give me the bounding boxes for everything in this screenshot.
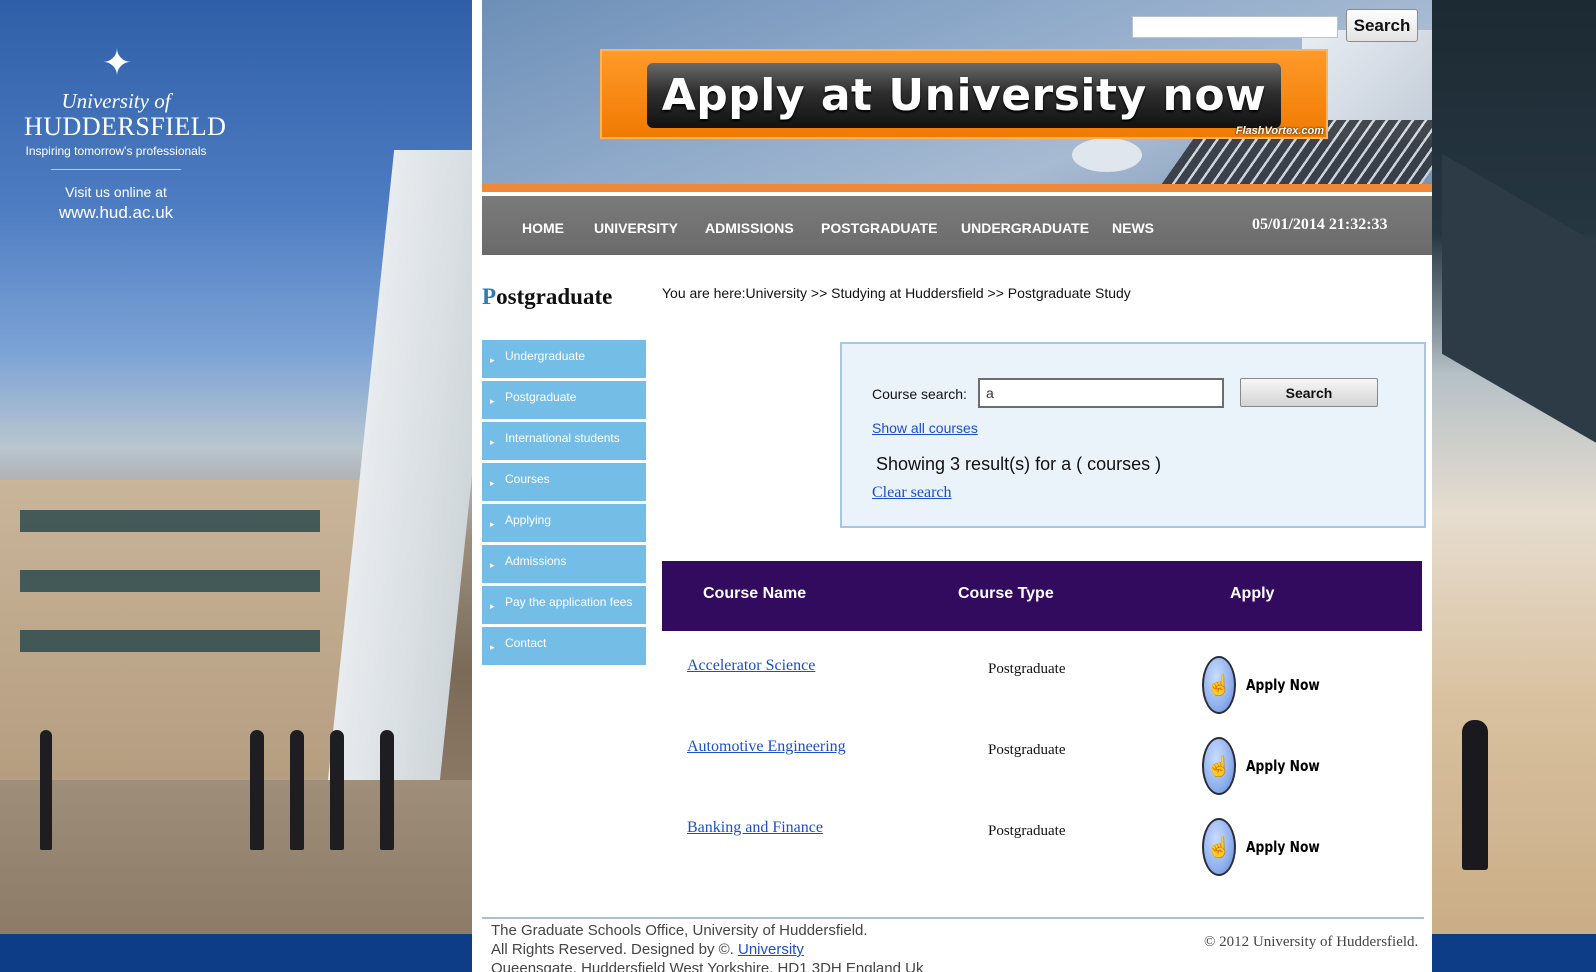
footer-divider: [482, 917, 1424, 919]
nav-undergraduate[interactable]: UNDERGRADUATE: [961, 220, 1089, 236]
logo-huddersfield-line: HUDDERSFIELD: [24, 112, 227, 141]
logo-divider: [51, 169, 181, 170]
main-content: Search Apply at University now FlashVort…: [472, 0, 1432, 972]
course-search-button[interactable]: Search: [1240, 378, 1378, 407]
apply-now-label: Apply Now: [1246, 676, 1320, 694]
course-name-link[interactable]: Accelerator Science: [687, 657, 815, 675]
arrow-right-icon: ▸: [490, 396, 495, 406]
sidebar-item-pay-fees[interactable]: ▸ Pay the application fees: [482, 586, 646, 627]
nav-news[interactable]: NEWS: [1112, 220, 1154, 236]
nav-home[interactable]: HOME: [522, 220, 564, 236]
arrow-right-icon: ▸: [490, 601, 495, 611]
nav-admissions[interactable]: ADMISSIONS: [705, 220, 794, 236]
course-search-label: Course search:: [872, 386, 967, 402]
date-time-display: 05/01/2014 21:32:33: [1252, 216, 1388, 233]
campus-photo-right: [1432, 0, 1596, 934]
course-results-table: Course Name Course Type Apply Accelerato…: [662, 561, 1422, 877]
section-title-rest: ostgraduate: [496, 284, 613, 309]
sidebar-item-label: Contact: [505, 636, 547, 650]
column-header-course-type: Course Type: [958, 585, 1054, 602]
course-name-link[interactable]: Banking and Finance: [687, 819, 823, 837]
mouse-graphic: [1072, 138, 1142, 172]
course-type: Postgraduate: [988, 742, 1066, 758]
course-type: Postgraduate: [988, 661, 1066, 677]
column-header-apply: Apply: [1230, 585, 1275, 602]
show-all-courses-link[interactable]: Show all courses: [872, 420, 978, 436]
apply-now-label: Apply Now: [1246, 838, 1320, 856]
sidebar-item-postgraduate[interactable]: ▸ Postgraduate: [482, 381, 646, 422]
arrow-right-icon: ▸: [490, 642, 495, 652]
sidebar-item-label: International students: [505, 431, 620, 445]
course-search-input[interactable]: [978, 378, 1224, 408]
breadcrumb: You are here:University >> Studying at H…: [662, 285, 1131, 301]
apply-now-button[interactable]: ☝ Apply Now: [1202, 655, 1336, 715]
sidebar-item-admissions[interactable]: ▸ Admissions: [482, 545, 646, 586]
course-type: Postgraduate: [988, 823, 1066, 839]
section-title: Postgraduate: [482, 284, 612, 310]
pointing-hand-icon: ☝: [1202, 818, 1236, 876]
apply-now-button[interactable]: ☝ Apply Now: [1202, 817, 1336, 877]
sidebar-item-label: Postgraduate: [505, 390, 577, 404]
sidebar-item-label: Applying: [505, 513, 552, 527]
sidebar-item-applying[interactable]: ▸ Applying: [482, 504, 646, 545]
column-header-course-name: Course Name: [703, 585, 807, 602]
course-search-panel: Course search: Search Show all courses S…: [840, 342, 1426, 528]
course-name-link[interactable]: Automotive Engineering: [687, 738, 846, 756]
sidebar-item-label: Pay the application fees: [505, 595, 633, 609]
footer-info: The Graduate Schools Office, University …: [491, 921, 923, 972]
footer-office: The Graduate Schools Office, University …: [491, 922, 868, 939]
nav-university[interactable]: UNIVERSITY: [594, 220, 678, 236]
table-header: Course Name Course Type Apply: [662, 561, 1422, 631]
section-title-initial: P: [482, 284, 497, 309]
campus-photo-left: ✦ University of HUDDERSFIELD Inspiring t…: [0, 0, 472, 934]
sidebar-item-undergraduate[interactable]: ▸ Undergraduate: [482, 340, 646, 381]
header-divider: [482, 184, 1432, 192]
main-nav: HOME UNIVERSITY ADMISSIONS POSTGRADUATE …: [482, 196, 1432, 255]
footer-rights: All Rights Reserved. Designed by ©. Univ…: [491, 940, 923, 959]
campus-tower: [325, 150, 472, 800]
table-row: Banking and Finance Postgraduate ☝ Apply…: [662, 793, 1422, 877]
page-header: Search Apply at University now FlashVort…: [482, 0, 1432, 184]
sidebar-item-contact[interactable]: ▸ Contact: [482, 627, 646, 668]
logo-tagline: Inspiring tomorrow's professionals: [25, 144, 207, 158]
arrow-right-icon: ▸: [490, 437, 495, 447]
arrow-right-icon: ▸: [490, 519, 495, 529]
results-summary: Showing 3 result(s) for a ( courses ): [876, 454, 1162, 474]
table-row: Automotive Engineering Postgraduate ☝ Ap…: [662, 712, 1422, 796]
sidebar-item-label: Admissions: [505, 554, 567, 568]
campus-plaza: [0, 780, 472, 934]
sidebar-item-international-students[interactable]: ▸ International students: [482, 422, 646, 463]
banner-credit: FlashVortex.com: [1235, 125, 1324, 137]
clear-search-link[interactable]: Clear search: [872, 484, 952, 502]
sidebar-item-courses[interactable]: ▸ Courses: [482, 463, 646, 504]
sidebar-item-label: Courses: [505, 472, 550, 486]
banner-text: Apply at University now: [647, 63, 1281, 128]
apply-banner[interactable]: Apply at University now FlashVortex.com: [600, 49, 1328, 139]
website-link[interactable]: www.hud.ac.uk: [24, 202, 208, 224]
arrow-right-icon: ▸: [490, 478, 495, 488]
arrow-right-icon: ▸: [490, 560, 495, 570]
pointing-hand-icon: ☝: [1202, 737, 1236, 795]
apply-now-button[interactable]: ☝ Apply Now: [1202, 736, 1336, 796]
visit-text: Visit us online at: [65, 184, 167, 200]
campus-building: [0, 480, 360, 780]
site-search-input[interactable]: [1132, 16, 1338, 38]
site-search-button[interactable]: Search: [1346, 9, 1418, 42]
pointing-hand-icon: ☝: [1202, 656, 1236, 714]
university-logo[interactable]: ✦ University of HUDDERSFIELD Inspiring t…: [24, 38, 227, 224]
nav-postgraduate[interactable]: POSTGRADUATE: [821, 220, 937, 236]
footer-copyright: © 2012 University of Huddersfield.: [1204, 934, 1419, 950]
apply-now-label: Apply Now: [1246, 757, 1320, 775]
sidebar-item-label: Undergraduate: [505, 349, 586, 363]
university-crest-icon: ✦: [101, 43, 132, 84]
footer-address: Queensgate, Huddersfield West Yorkshire,…: [491, 960, 924, 972]
footer-designer-link[interactable]: University: [738, 941, 804, 958]
table-row: Accelerator Science Postgraduate ☝ Apply…: [662, 631, 1422, 715]
sidebar-menu: ▸ Undergraduate ▸ Postgraduate ▸ Internatio…: [482, 340, 646, 668]
logo-university-line: University of: [61, 89, 171, 113]
arrow-right-icon: ▸: [490, 355, 495, 365]
footer-rights-text: All Rights Reserved. Designed by ©.: [491, 941, 734, 958]
